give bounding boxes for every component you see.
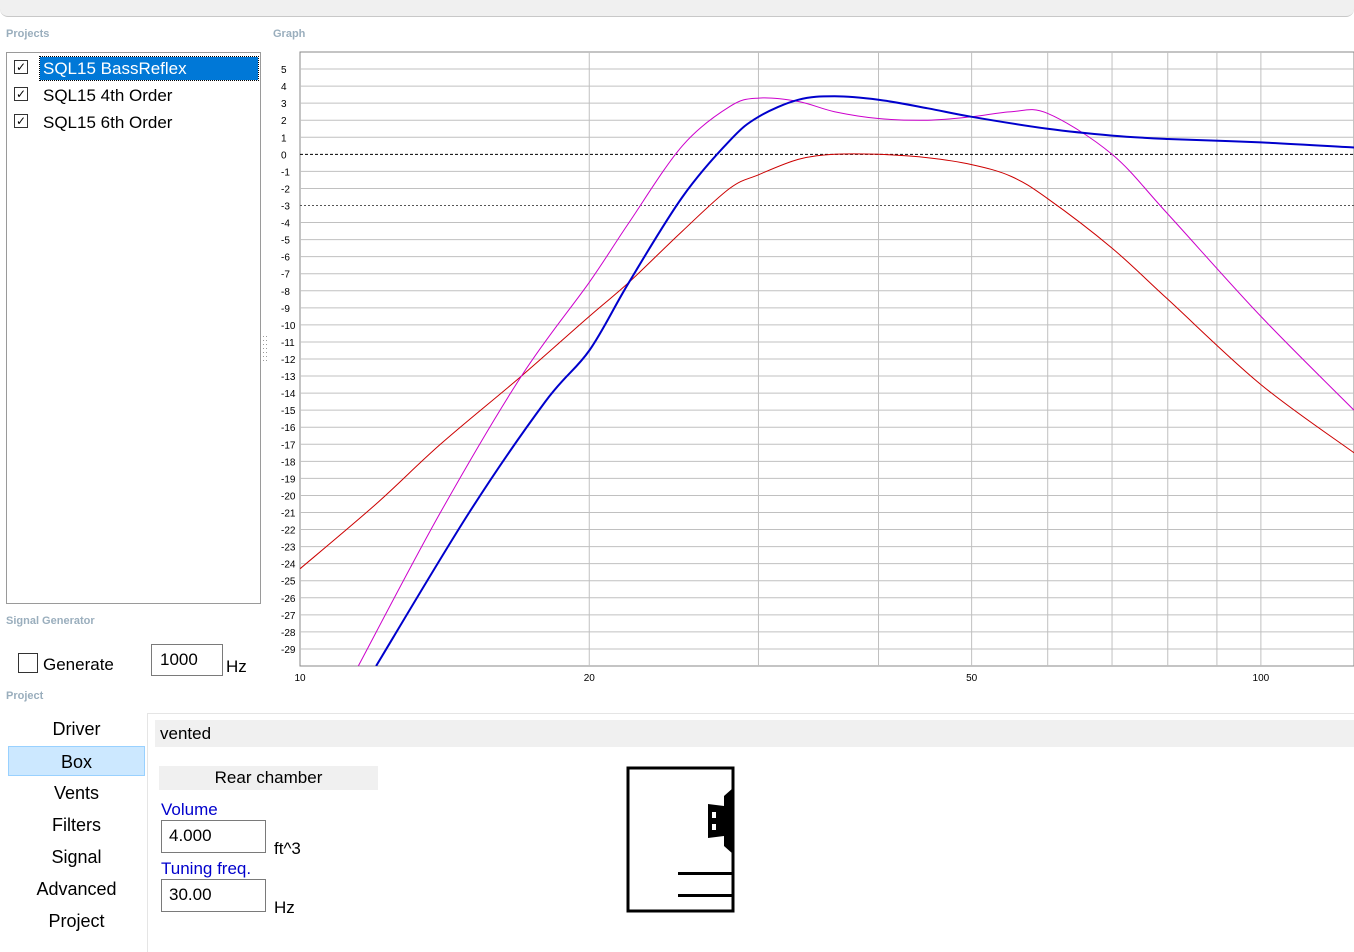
- y-tick-label: -24: [281, 560, 296, 571]
- y-tick-label: -5: [281, 236, 290, 247]
- vented-box-diagram-icon: [626, 766, 735, 913]
- y-tick-label: -18: [281, 457, 296, 468]
- splitter-grip-icon[interactable]: [263, 336, 269, 366]
- projects-list[interactable]: ✓ SQL15 BassReflex ✓ SQL15 4th Order ✓ S…: [6, 52, 261, 604]
- y-tick-label: -29: [281, 645, 296, 656]
- signal-frequency-unit: Hz: [226, 657, 247, 676]
- y-tick-label: 3: [281, 99, 287, 110]
- tuning-freq-unit: Hz: [274, 898, 295, 917]
- nav-box[interactable]: Box: [8, 746, 145, 776]
- box-type-selector[interactable]: vented: [155, 720, 1354, 747]
- y-tick-label: -19: [281, 474, 296, 485]
- y-tick-label: -11: [281, 338, 295, 349]
- project-name: SQL15 BassReflex: [39, 56, 259, 81]
- x-tick-label: 20: [584, 673, 596, 684]
- y-tick-label: -20: [281, 491, 296, 502]
- y-tick-label: -21: [281, 509, 296, 520]
- y-tick-label: -28: [281, 628, 296, 639]
- panel-divider-vertical: [147, 713, 148, 952]
- y-tick-label: -14: [281, 389, 296, 400]
- volume-label: Volume: [161, 800, 218, 819]
- rear-chamber-button[interactable]: Rear chamber: [159, 766, 378, 790]
- project-checkbox[interactable]: ✓: [14, 60, 28, 74]
- project-name: SQL15 4th Order: [43, 86, 173, 105]
- y-tick-label: -3: [281, 202, 290, 213]
- project-checkbox[interactable]: ✓: [14, 114, 28, 128]
- y-tick-label: -1: [281, 167, 290, 178]
- y-tick-label: -4: [281, 219, 290, 230]
- nav-signal[interactable]: Signal: [8, 842, 145, 872]
- nav-filters[interactable]: Filters: [8, 810, 145, 840]
- y-tick-label: -27: [281, 611, 296, 622]
- y-tick-label: 0: [281, 150, 287, 161]
- y-tick-label: -9: [281, 304, 290, 315]
- signal-generator-section-label: Signal Generator: [6, 615, 95, 627]
- y-tick-label: -22: [281, 526, 296, 537]
- nav-vents[interactable]: Vents: [8, 778, 145, 808]
- project-item-4th-order[interactable]: ✓ SQL15 4th Order: [11, 83, 259, 108]
- tuning-freq-input[interactable]: 30.00: [161, 879, 266, 912]
- panel-divider-horizontal: [147, 713, 1354, 714]
- y-tick-labels: 5 4 3 2 1 0 -1 -2 -3 -4 -5 -6 -7 -8 -9 -10 -11 -12 -13 -14 -…: [281, 65, 296, 656]
- project-item-6th-order[interactable]: ✓ SQL15 6th Order: [11, 110, 259, 135]
- y-tick-label: -7: [281, 270, 290, 281]
- y-tick-label: -10: [281, 321, 296, 332]
- y-tick-label: -16: [281, 423, 296, 434]
- y-tick-label: 2: [281, 116, 287, 127]
- volume-input[interactable]: 4.000: [161, 820, 266, 853]
- nav-project[interactable]: Project: [8, 906, 145, 936]
- y-tick-label: -12: [281, 355, 296, 366]
- y-tick-label: -25: [281, 577, 296, 588]
- y-tick-label: 1: [281, 133, 287, 144]
- y-tick-label: -15: [281, 406, 296, 417]
- projects-section-label: Projects: [6, 28, 50, 40]
- top-toolbar: [0, 0, 1354, 17]
- signal-frequency-input[interactable]: 1000: [151, 644, 223, 676]
- project-item-bassreflex[interactable]: ✓ SQL15 BassReflex: [11, 56, 259, 81]
- y-tick-label: 4: [281, 82, 287, 93]
- nav-advanced[interactable]: Advanced: [8, 874, 145, 904]
- frequency-response-graph[interactable]: 543210-1-2-3-4-5-6-7-8-9-10-11-12-13-14-…: [270, 44, 1354, 684]
- project-checkbox[interactable]: ✓: [14, 87, 28, 101]
- y-tick-label: -26: [281, 594, 296, 605]
- tuning-freq-label: Tuning freq.: [161, 859, 252, 878]
- generate-checkbox[interactable]: [18, 653, 38, 673]
- y-tick-label: -23: [281, 543, 296, 554]
- y-tick-label: 5: [281, 65, 287, 76]
- volume-unit: ft^3: [274, 839, 301, 858]
- project-name: SQL15 6th Order: [43, 113, 173, 132]
- graph-section-label: Graph: [273, 28, 306, 40]
- y-tick-label: -2: [281, 184, 290, 195]
- generate-label: Generate: [43, 655, 114, 674]
- x-tick-label: 50: [966, 673, 978, 684]
- y-tick-label: -8: [281, 287, 290, 298]
- y-tick-label: -13: [281, 372, 296, 383]
- x-tick-labels: 10 20 50 100: [294, 673, 1269, 684]
- y-tick-label: -6: [281, 253, 290, 264]
- nav-driver[interactable]: Driver: [8, 714, 145, 744]
- project-section-label: Project: [6, 690, 44, 702]
- x-tick-label: 10: [294, 673, 306, 684]
- y-tick-label: -17: [281, 440, 296, 451]
- x-tick-label: 100: [1253, 673, 1270, 684]
